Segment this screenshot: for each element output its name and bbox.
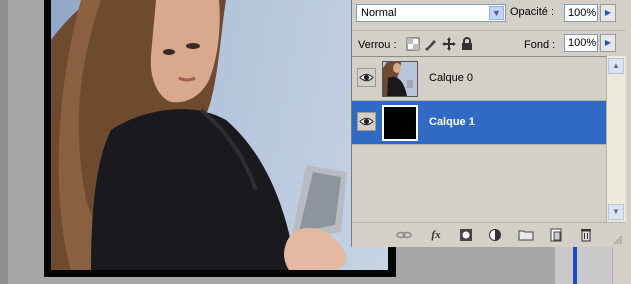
scroll-up-icon[interactable]: ▲ <box>608 58 624 74</box>
layer-style-icon[interactable]: fx <box>428 228 444 242</box>
opacity-input[interactable]: 100% <box>564 4 598 22</box>
layer-row[interactable]: Calque 0 <box>352 57 606 101</box>
background-panel <box>555 246 613 284</box>
layers-bottom-toolbar: fx <box>352 222 625 247</box>
blend-opacity-row: Normal ▼ Opacité : 100% ▶ <box>352 0 625 28</box>
scroll-down-icon[interactable]: ▼ <box>608 204 624 220</box>
chevron-down-icon[interactable]: ▼ <box>489 6 504 20</box>
blend-mode-select[interactable]: Normal ▼ <box>356 4 506 22</box>
lock-position-icon[interactable] <box>442 37 456 51</box>
resize-grip-icon[interactable] <box>613 235 623 245</box>
adjustment-layer-icon[interactable] <box>488 228 504 242</box>
fill-label: Fond : <box>524 39 556 51</box>
layer-name[interactable]: Calque 0 <box>429 72 473 84</box>
canvas-left-edge <box>0 0 8 284</box>
visibility-eye-icon[interactable] <box>357 68 376 87</box>
lock-label: Verrou : <box>358 39 397 51</box>
new-layer-icon[interactable] <box>548 228 564 242</box>
layers-list: Calque 0 Calque 1 <box>352 56 606 223</box>
layers-scrollbar[interactable]: ▲ ▼ <box>606 56 626 222</box>
layer-name[interactable]: Calque 1 <box>429 116 475 128</box>
lock-transparency-icon[interactable] <box>406 37 420 51</box>
fill-input[interactable]: 100% <box>564 34 598 52</box>
lock-pixels-icon[interactable] <box>424 37 438 51</box>
new-group-icon[interactable] <box>518 228 534 242</box>
visibility-eye-icon[interactable] <box>357 112 376 131</box>
trash-icon[interactable] <box>578 228 594 242</box>
layer-mask-icon[interactable] <box>458 228 474 242</box>
opacity-label: Opacité : <box>510 6 555 18</box>
layer-thumbnail <box>382 105 418 141</box>
fill-slider-arrow-icon[interactable]: ▶ <box>600 34 616 52</box>
ruler-guide <box>573 246 577 284</box>
opacity-slider-arrow-icon[interactable]: ▶ <box>600 4 616 22</box>
layers-panel: Normal ▼ Opacité : 100% ▶ Verrou : Fond … <box>351 0 626 247</box>
layer-thumbnail <box>382 61 418 97</box>
layer-row-selected[interactable]: Calque 1 <box>352 101 606 145</box>
blend-mode-value: Normal <box>361 7 397 19</box>
document-photo[interactable] <box>51 0 388 270</box>
lock-all-icon[interactable] <box>460 37 474 51</box>
link-layers-icon[interactable] <box>396 228 412 242</box>
